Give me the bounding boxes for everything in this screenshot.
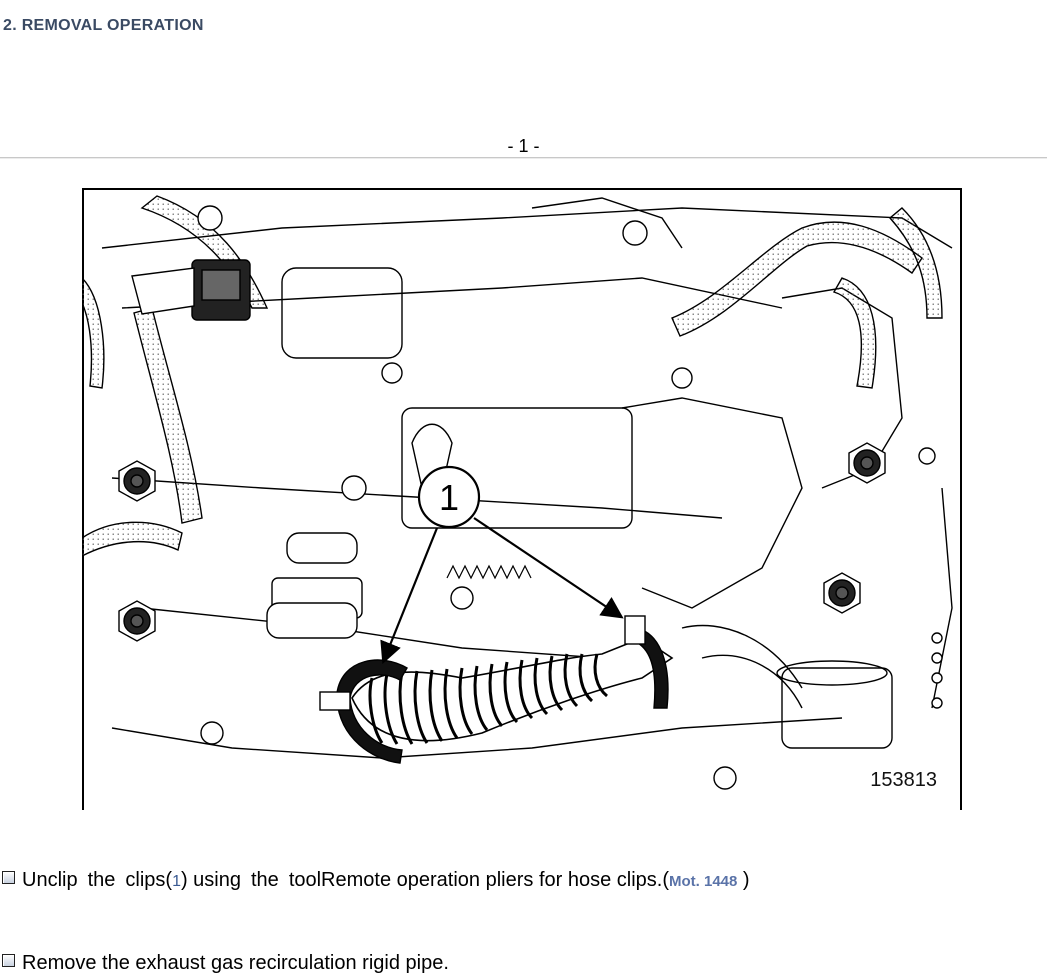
step-word: the: [251, 869, 279, 891]
section-title: 2. REMOVAL OPERATION: [3, 17, 204, 34]
checkbox-bullet-icon: [2, 954, 15, 967]
step-remove-pipe: Remove the exhaust gas recirculation rig…: [2, 952, 449, 975]
step-word: the: [87, 869, 116, 891]
step-word: ) using: [180, 869, 241, 891]
corrugated-hose-icon: [351, 637, 674, 745]
checkbox-bullet-icon: [2, 871, 15, 884]
step-word: ): [737, 869, 750, 891]
engine-bay-illustration: 1: [82, 188, 962, 810]
step-word: Unclip: [22, 869, 78, 891]
step-word: clips(: [125, 869, 173, 891]
step-word: toolRemote operation pliers for hose cli…: [288, 869, 669, 891]
page-number: - 1 -: [507, 136, 540, 156]
page-divider: [0, 157, 1047, 159]
step-text: Remove the exhaust gas recirculation rig…: [22, 952, 449, 974]
callout-label: 1: [439, 477, 459, 518]
step-unclip-clips: Unclip the clips(1) using the toolRemote ope…: [2, 869, 750, 892]
callout-reference: 1: [172, 873, 181, 890]
engine-figure: 1 153813: [82, 188, 962, 810]
tool-reference-link[interactable]: Mot. 1448: [669, 873, 737, 890]
figure-reference-number: 153813: [867, 769, 940, 792]
callout-1-icon: [380, 465, 624, 665]
arrow-icon: [473, 517, 624, 619]
